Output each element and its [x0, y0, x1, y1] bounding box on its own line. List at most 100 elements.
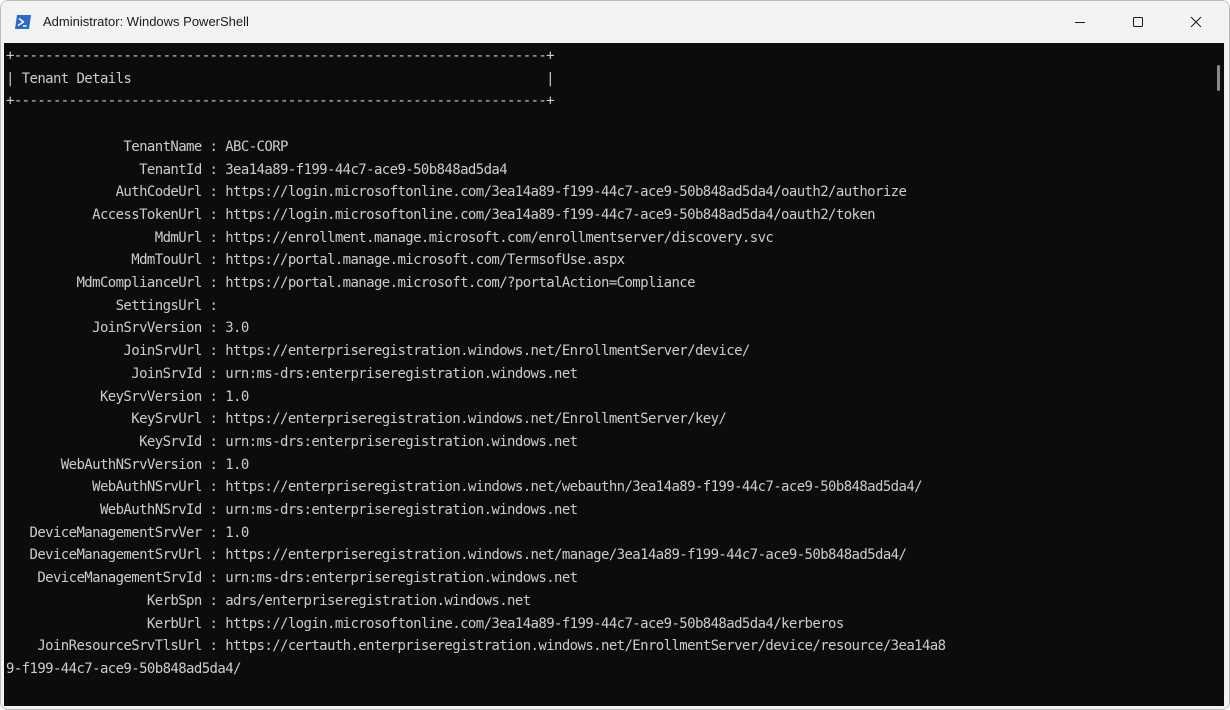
field-separator: : — [201, 592, 226, 609]
field-key: WebAuthNSrvVersion — [6, 456, 203, 473]
field-key: KeySrvId — [6, 433, 202, 450]
field-separator: : — [201, 252, 226, 269]
field-row: AuthCodeUrl : https://login.microsoftonl… — [6, 184, 907, 201]
scrollbar-thumb[interactable] — [1217, 65, 1220, 91]
field-key: DeviceManagementSrvUrl — [6, 547, 202, 564]
field-value: https://enterpriseregistration.windows.n… — [225, 343, 750, 360]
field-row: DeviceManagementSrvUrl : https://enterpr… — [6, 547, 906, 563]
window-title: Administrator: Windows PowerShell — [43, 14, 249, 29]
field-key: KeySrvUrl — [6, 411, 202, 428]
field-row: TenantName : ABC-CORP — [6, 139, 288, 155]
field-separator: : — [201, 343, 226, 360]
field-value: 1.0 — [225, 388, 249, 405]
field-row: WebAuthNSrvUrl : https://enterpriseregis… — [6, 479, 922, 495]
close-button[interactable] — [1173, 1, 1219, 43]
field-value: 1.0 — [225, 456, 249, 473]
field-separator: : — [201, 547, 226, 564]
field-key: WebAuthNSrvUrl — [6, 479, 202, 496]
tenant-details-list: TenantName : ABC-CORP TenantId : 3ea14a8… — [6, 139, 946, 677]
field-separator: : — [201, 297, 226, 314]
field-separator: : — [201, 456, 226, 473]
field-row: TenantId : 3ea14a89-f199-44c7-ace9-50b84… — [6, 161, 508, 178]
field-separator: : — [201, 206, 226, 223]
field-separator: : — [201, 638, 226, 655]
field-separator: : — [201, 275, 226, 292]
box-title: | Tenant Details | — [6, 70, 555, 87]
field-separator: : — [201, 433, 226, 450]
title-bar[interactable]: Administrator: Windows PowerShell — [1, 1, 1229, 43]
field-key: JoinSrvUrl — [6, 343, 202, 360]
field-separator: : — [201, 502, 226, 519]
field-row: KerbSpn : adrs/enterpriseregistration.wi… — [6, 593, 531, 609]
field-value: https://login.microsoftonline.com/3ea14a… — [225, 184, 907, 201]
field-value: urn:ms-drs:enterpriseregistration.window… — [225, 433, 578, 450]
field-key: MdmComplianceUrl — [6, 275, 202, 292]
field-separator: : — [201, 570, 226, 587]
powershell-icon — [14, 14, 32, 30]
field-separator: : — [201, 615, 226, 632]
field-row: KerbUrl : https://login.microsoftonline.… — [6, 616, 844, 632]
console-text: +---------------------------------------… — [6, 45, 946, 681]
field-key: AccessTokenUrl — [6, 206, 202, 223]
field-row: SettingsUrl : — [6, 298, 225, 314]
field-row: JoinSrvUrl : https://enterpriseregistrat… — [6, 343, 750, 359]
field-separator: : — [201, 524, 226, 541]
field-value: 3ea14a89-f199-44c7-ace9-50b848ad5da4 — [225, 161, 508, 178]
field-value: 1.0 — [225, 524, 249, 541]
minimize-icon — [1074, 13, 1086, 32]
field-key: DeviceManagementSrvVer — [6, 524, 202, 541]
field-row: DeviceManagementSrvId : urn:ms-drs:enter… — [6, 570, 578, 586]
field-value: urn:ms-drs:enterpriseregistration.window… — [225, 365, 578, 382]
field-row: KeySrvId : urn:ms-drs:enterpriseregistra… — [6, 434, 578, 450]
field-value: https://enterpriseregistration.windows.n… — [225, 411, 727, 428]
maximize-icon — [1132, 13, 1144, 32]
field-value: 3.0 — [225, 320, 249, 337]
field-key: TenantId — [6, 161, 202, 178]
field-key: JoinSrvId — [6, 365, 202, 382]
field-value: https://login.microsoftonline.com/3ea14a… — [225, 206, 876, 223]
field-row: MdmTouUrl : https://portal.manage.micros… — [6, 252, 625, 269]
field-row: AccessTokenUrl : https://login.microsoft… — [6, 206, 876, 223]
field-row: JoinResourceSrvTlsUrl : https://certauth… — [6, 638, 946, 677]
field-key: KeySrvVersion — [6, 388, 202, 405]
field-row: WebAuthNSrvId : urn:ms-drs:enterprisereg… — [6, 502, 578, 518]
maximize-button[interactable] — [1115, 1, 1161, 43]
field-separator: : — [201, 161, 226, 178]
close-icon — [1190, 13, 1202, 32]
field-value: ABC-CORP — [225, 138, 288, 155]
field-row: JoinSrvId : urn:ms-drs:enterpriseregistr… — [6, 366, 578, 382]
box-top-border: +---------------------------------------… — [6, 48, 555, 64]
console-output[interactable]: +---------------------------------------… — [4, 43, 1224, 706]
field-value: urn:ms-drs:enterpriseregistration.window… — [225, 570, 578, 587]
field-row: KeySrvVersion : 1.0 — [6, 389, 249, 405]
field-separator: : — [201, 388, 226, 405]
field-separator: : — [201, 411, 226, 428]
field-key: JoinResourceSrvTlsUrl — [6, 638, 202, 655]
field-value: https://portal.manage.microsoft.com/Term… — [225, 252, 625, 269]
field-row: JoinSrvVersion : 3.0 — [6, 320, 249, 336]
field-value: https://login.microsoftonline.com/3ea14a… — [225, 615, 844, 632]
field-key: MdmUrl — [6, 229, 203, 246]
field-separator: : — [201, 479, 226, 496]
field-key: MdmTouUrl — [6, 252, 202, 269]
field-row: MdmComplianceUrl : https://portal.manage… — [6, 275, 695, 291]
field-key: WebAuthNSrvId — [6, 502, 202, 519]
minimize-button[interactable] — [1057, 1, 1103, 43]
field-key: KerbSpn — [6, 592, 202, 609]
field-value: https://portal.manage.microsoft.com/?por… — [225, 275, 695, 292]
field-row: KeySrvUrl : https://enterpriseregistrati… — [6, 411, 727, 428]
field-key: SettingsUrl — [6, 297, 203, 314]
field-separator: : — [201, 229, 226, 246]
field-value: https://enrollment.manage.microsoft.com/… — [225, 229, 774, 246]
field-row: WebAuthNSrvVersion : 1.0 — [6, 456, 250, 473]
field-value: https://enterpriseregistration.windows.n… — [225, 479, 922, 496]
field-separator: : — [201, 184, 226, 201]
field-separator: : — [201, 320, 226, 337]
field-key: KerbUrl — [6, 615, 202, 632]
box-bottom-border: +---------------------------------------… — [6, 93, 555, 110]
field-value: https://enterpriseregistration.windows.n… — [225, 547, 907, 564]
field-row: MdmUrl : https://enrollment.manage.micro… — [6, 229, 774, 246]
field-row: DeviceManagementSrvVer : 1.0 — [6, 525, 249, 541]
field-separator: : — [201, 138, 226, 155]
field-key: DeviceManagementSrvId — [6, 570, 202, 587]
